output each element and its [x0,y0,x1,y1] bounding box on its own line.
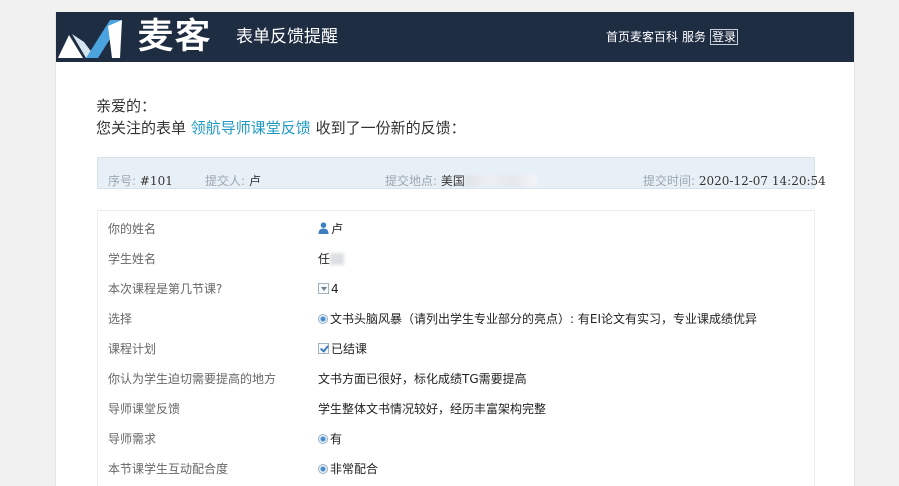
radio-icon [318,434,328,444]
field-value-text: 任 [318,252,331,266]
field-label: 本节课学生互动配合度 [108,462,229,476]
serial-value: #101 [139,174,173,188]
meta-location: 提交地点: 美国 [385,173,537,189]
field-value: 卢 [318,221,343,237]
field-row: 课程计划 已结课 [98,331,814,361]
nav-login-link[interactable]: 登录 [710,29,739,45]
field-row: 选择 文书头脑风暴（请列出学生专业部分的亮点）: 有EI论文有实习，专业课成绩优… [98,301,814,331]
field-value: 任 [318,251,345,267]
field-value: 有 [318,431,342,447]
field-value-text: 学生整体文书情况较好，经历丰富架构完整 [318,402,547,416]
user-icon [318,222,329,234]
field-label: 你认为学生迫切需要提高的地方 [108,372,277,386]
greeting-line: 您关注的表单 领航导师课堂反馈 收到了一份新的反馈： [96,118,466,138]
field-label: 课程计划 [108,342,157,356]
checkbox-icon [318,343,329,354]
field-row: 学生姓名 任 [98,241,814,271]
field-row: 本次课程是第几节课? 4 [98,271,814,301]
field-row: 你的姓名 卢 [98,211,814,241]
header-bar: 麦客 表单反馈提醒 首页麦客百科 服务 登录 [56,12,854,62]
field-value-text: 卢 [331,222,344,236]
nav-service-link[interactable]: 服务 [682,29,706,45]
meta-time: 提交时间: 2020-12-07 14:20:54 [643,173,826,189]
nav-home-link[interactable]: 首页 [606,29,630,45]
field-value: 4 [318,281,339,297]
dropdown-icon [318,283,329,294]
radio-icon [318,464,328,474]
field-value: 学生整体文书情况较好，经历丰富架构完整 [318,401,546,417]
field-value: 非常配合 [318,461,378,477]
field-label: 选择 [108,312,133,326]
nav-wiki-link[interactable]: 麦客百科 [630,29,678,45]
field-row: 导师需求 有 [98,421,814,451]
email-card: 麦客 表单反馈提醒 首页麦客百科 服务 登录 亲爱的： 您关注的表单 领航导师课堂反… [55,12,855,486]
field-value-text: 已结课 [331,342,368,356]
field-value-text: 文书头脑风暴（请列出学生专业部分的亮点）: 有EI论文有实习，专业课成绩优异 [330,312,757,326]
greeting-suffix: 收到了一份新的反馈： [315,119,466,137]
submission-meta-bar: 序号: #101 提交人: 卢 提交地点: 美国 提交时间: 2020-12-0… [97,157,826,189]
time-value: 2020-12-07 14:20:54 [698,174,826,188]
field-value-text: 有 [330,432,343,446]
header-subtitle: 表单反馈提醒 [236,27,338,47]
field-row: 你认为学生迫切需要提高的地方 文书方面已很好，标化成绩TG需要提高 [98,361,814,391]
brand-name: 麦客 [138,17,213,57]
meta-serial: 序号: #101 [108,173,173,189]
feedback-fields-table: 你的姓名 卢 学生姓名 任 本次课程是第几节课? 4 选择 文书头脑风暴（请列出… [97,210,815,486]
radio-icon [318,314,328,324]
location-label: 提交地点: [385,174,438,188]
location-value: 美国 [440,174,465,188]
meta-submitter: 提交人: 卢 [205,173,261,189]
redacted-name [330,253,345,265]
field-value-text: 4 [331,282,339,296]
submitter-label: 提交人: [205,174,246,188]
field-value: 文书方面已很好，标化成绩TG需要提高 [318,371,527,387]
field-value: 文书头脑风暴（请列出学生专业部分的亮点）: 有EI论文有实习，专业课成绩优异 [318,311,757,327]
salutation: 亲爱的： [96,97,157,115]
form-name-link[interactable]: 领航导师课堂反馈 [191,119,311,137]
field-label: 本次课程是第几节课? [108,282,223,296]
field-row: 导师课堂反馈 学生整体文书情况较好，经历丰富架构完整 [98,391,814,421]
field-value: 已结课 [318,341,367,357]
field-label: 导师需求 [108,432,157,446]
time-label: 提交时间: [643,174,696,188]
field-label: 学生姓名 [108,252,157,266]
field-value-text: 文书方面已很好，标化成绩TG需要提高 [318,372,527,386]
submitter-value: 卢 [248,174,261,188]
top-nav: 首页麦客百科 服务 登录 [606,29,739,45]
field-row: 本节课学生互动配合度 非常配合 [98,451,814,481]
greeting-prefix: 您关注的表单 [96,119,187,137]
field-value-text: 非常配合 [330,462,379,476]
field-label: 导师课堂反馈 [108,402,181,416]
logo-icon [58,20,122,58]
serial-label: 序号: [108,174,137,188]
field-label: 你的姓名 [108,222,157,236]
redacted-location [464,175,537,187]
